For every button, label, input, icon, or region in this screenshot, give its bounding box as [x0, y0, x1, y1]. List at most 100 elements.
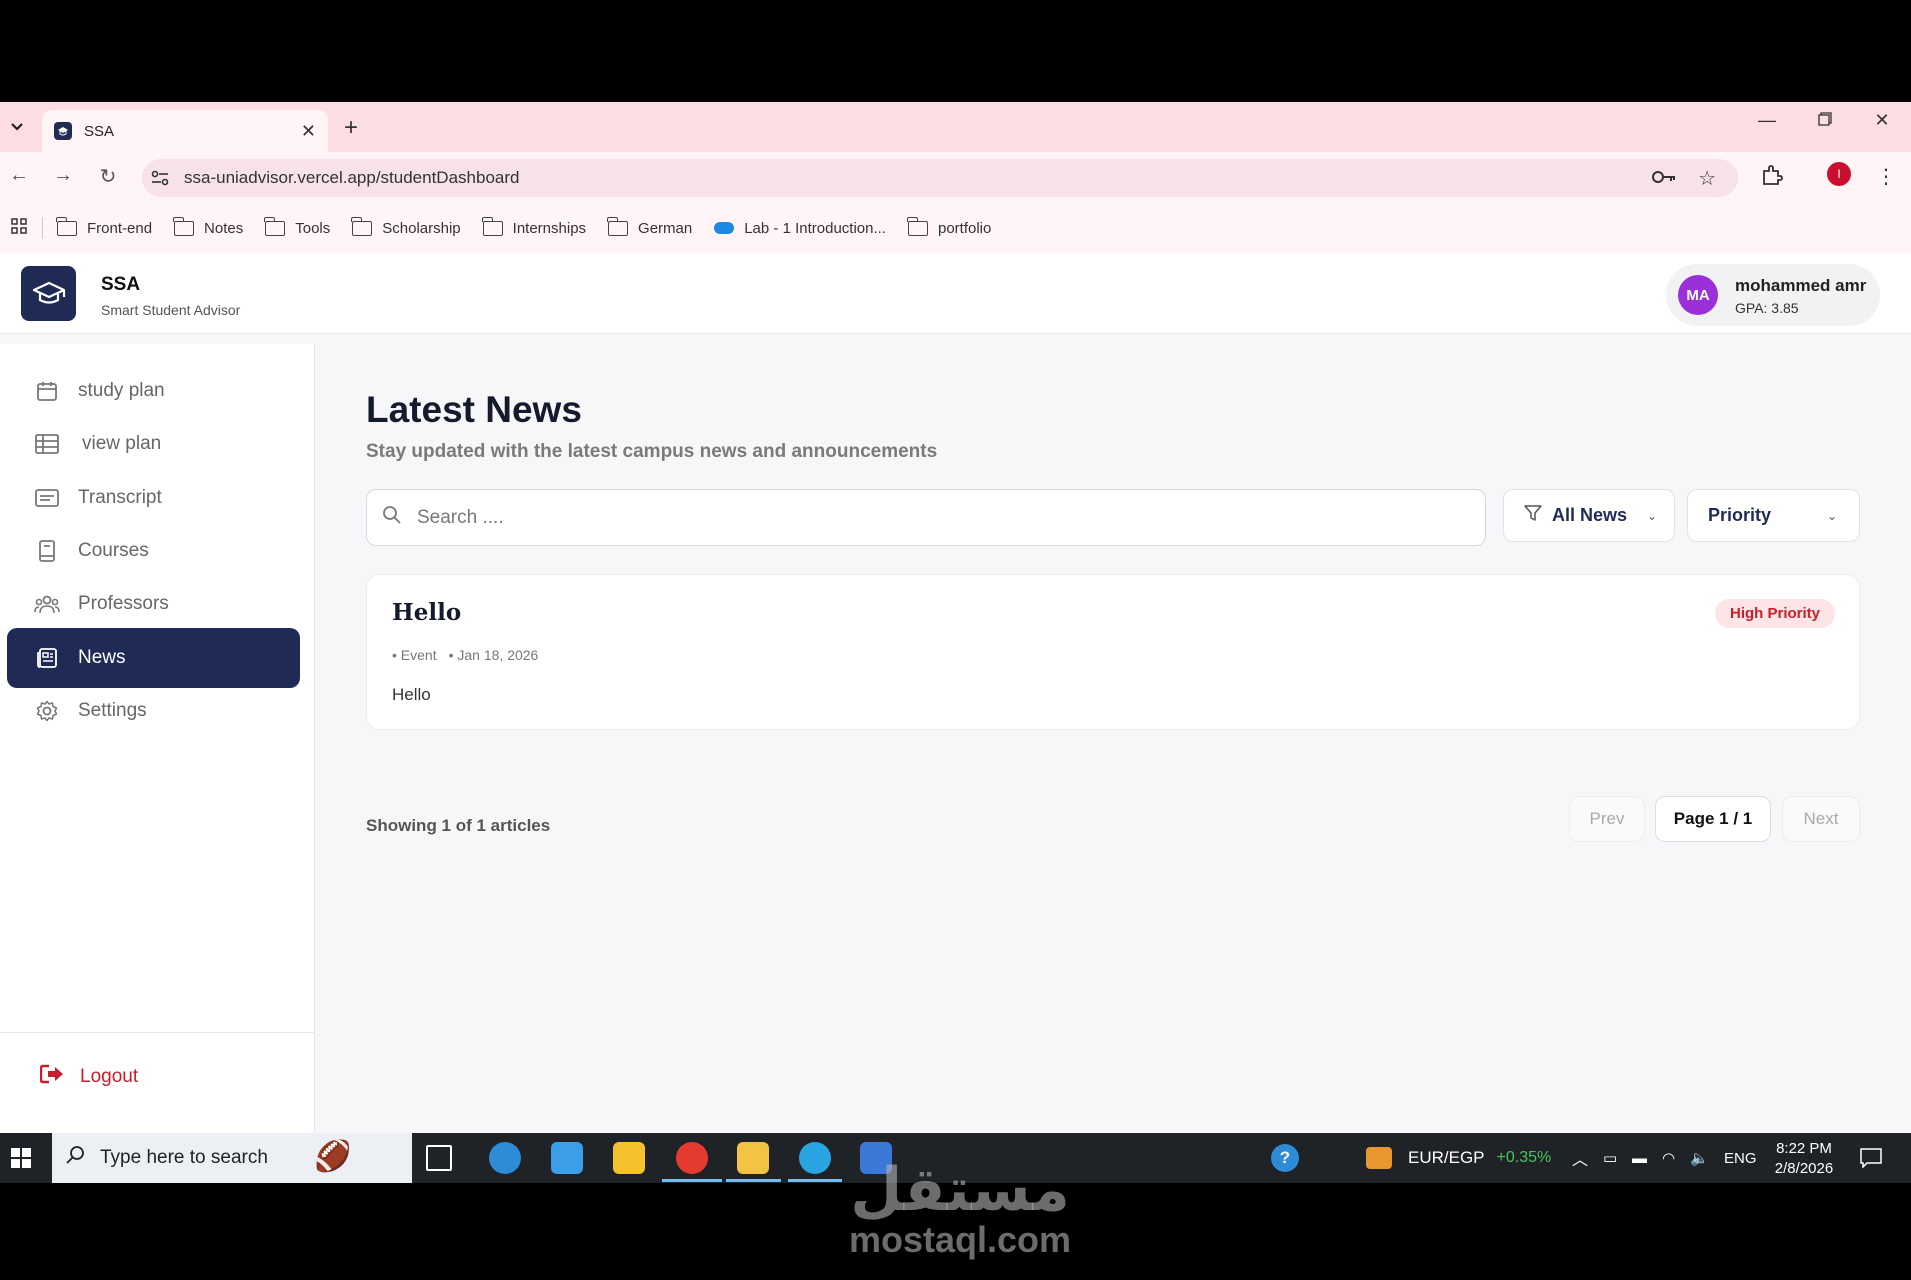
site-info-icon[interactable]	[146, 164, 174, 192]
news-title: Hello	[392, 599, 462, 626]
tab-favicon-icon	[54, 122, 72, 140]
browser-tab[interactable]: SSA ✕	[42, 110, 328, 152]
apps-grid-icon[interactable]	[4, 217, 34, 239]
news-date: • Jan 18, 2026	[448, 647, 539, 663]
reload-icon[interactable]: ↻	[93, 164, 123, 189]
profile-avatar[interactable]: I	[1827, 162, 1851, 186]
sidebar-item-view-plan[interactable]: view plan	[7, 414, 300, 474]
restore-icon[interactable]	[1805, 110, 1845, 131]
graduation-cap-icon[interactable]	[21, 266, 76, 321]
clock[interactable]: 8:22 PM 2/8/2026	[1764, 1139, 1844, 1179]
laptop-app-icon[interactable]	[551, 1142, 583, 1174]
watermark: مستقل mostaql.com	[840, 1160, 1080, 1260]
user-profile-chip[interactable]: MA mohammed amr GPA: 3.85	[1666, 264, 1880, 326]
sidebar-item-professors[interactable]: Professors	[7, 574, 300, 634]
tab-search-chevron-icon[interactable]	[6, 116, 28, 138]
app-header: SSA Smart Student Advisor MA mohammed am…	[0, 254, 1911, 334]
priority-filter-dropdown[interactable]: Priority ⌄	[1687, 489, 1860, 542]
browser-window: SSA ✕ + — ✕ ← → ↻ ssa-uniadvisor.vercel.…	[0, 102, 1911, 1133]
bookmark-folder[interactable]: Front-end	[56, 216, 152, 237]
battery-icon[interactable]: ▬	[1632, 1133, 1647, 1183]
help-icon[interactable]: ?	[1271, 1133, 1299, 1183]
address-bar[interactable]: ssa-uniadvisor.vercel.app/studentDashboa…	[142, 159, 1738, 197]
taskbar-search[interactable]: Type here to search 🏈	[52, 1133, 412, 1183]
sidebar-item-label: Transcript	[78, 487, 162, 508]
active-app-indicator	[662, 1179, 722, 1182]
telegram-icon[interactable]	[799, 1142, 831, 1174]
url-text[interactable]: ssa-uniadvisor.vercel.app/studentDashboa…	[184, 168, 1652, 188]
search-input[interactable]	[417, 506, 1417, 529]
sidebar-item-label: view plan	[82, 433, 162, 454]
users-icon	[34, 593, 60, 615]
sidebar-item-label: study plan	[78, 380, 165, 401]
logout-button[interactable]: Logout	[39, 1064, 138, 1090]
news-body: Hello	[392, 685, 431, 704]
sidebar-item-study-plan[interactable]: study plan	[7, 361, 300, 421]
minimize-icon[interactable]: —	[1747, 110, 1787, 131]
sidebar-item-transcript[interactable]: Transcript	[7, 468, 300, 528]
bookmark-star-icon[interactable]: ☆	[1698, 166, 1716, 191]
sidebar-item-label: News	[78, 647, 126, 668]
meet-icon[interactable]: ▭	[1603, 1133, 1617, 1183]
language-indicator[interactable]: ENG	[1724, 1133, 1757, 1183]
window-close-icon[interactable]: ✕	[1862, 110, 1902, 131]
bookmark-folder[interactable]: Scholarship	[351, 216, 461, 237]
news-category: • Event	[392, 647, 437, 663]
bookmark-folder[interactable]: Tools	[264, 216, 330, 237]
bookmark-folder[interactable]: Internships	[481, 216, 586, 237]
news-card[interactable]: Hello • Event • Jan 18, 2026 Hello High …	[366, 574, 1860, 730]
folder-icon	[173, 216, 195, 236]
currency-widget[interactable]: EUR/EGP +0.35%	[1366, 1133, 1551, 1183]
gear-icon	[34, 700, 60, 722]
football-icon: 🏈	[314, 1140, 352, 1173]
chrome-icon[interactable]	[676, 1142, 708, 1174]
sidebar-item-news[interactable]: News	[7, 628, 300, 688]
main-content: Latest News Stay updated with the latest…	[315, 334, 1911, 1133]
windows-start-icon[interactable]	[0, 1133, 42, 1183]
extensions-icon[interactable]	[1761, 164, 1783, 192]
sidebar-divider	[0, 1032, 315, 1033]
sticky-notes-icon[interactable]	[613, 1142, 645, 1174]
sidebar-item-settings[interactable]: Settings	[7, 681, 300, 741]
bookmark-folder[interactable]: portfolio	[906, 216, 991, 237]
tab-close-icon[interactable]: ✕	[301, 121, 316, 142]
card-icon	[34, 487, 60, 509]
tab-bar: SSA ✕ + — ✕	[0, 102, 1911, 152]
task-view-icon[interactable]	[426, 1145, 452, 1171]
page-title: Latest News	[366, 389, 582, 430]
clock-time: 8:22 PM	[1776, 1140, 1832, 1157]
bookmarks-bar: Front-end Notes Tools Scholarship Intern…	[0, 202, 1911, 254]
browser-menu-icon[interactable]: ⋮	[1876, 164, 1896, 189]
currency-icon	[1366, 1147, 1392, 1169]
bookmark-folder[interactable]: Notes	[173, 216, 243, 237]
new-tab-button[interactable]: +	[344, 114, 358, 142]
category-filter-label: All News	[1552, 505, 1628, 525]
priority-badge: High Priority	[1714, 599, 1835, 628]
next-page-button[interactable]: Next	[1782, 796, 1860, 842]
priority-filter-label: Priority	[1708, 505, 1772, 525]
bookmark-folder[interactable]: German	[607, 216, 692, 237]
file-explorer-icon[interactable]	[737, 1142, 769, 1174]
chevron-down-icon: ⌄	[1827, 508, 1838, 523]
currency-pair: EUR/EGP	[1408, 1148, 1485, 1167]
bookmark-link[interactable]: Lab - 1 Introduction...	[714, 220, 886, 237]
wifi-icon[interactable]: ◠	[1662, 1133, 1675, 1183]
calendar-icon	[34, 380, 60, 402]
brand-name: SSA	[101, 274, 141, 295]
edge-icon[interactable]	[489, 1142, 521, 1174]
search-box[interactable]	[366, 489, 1486, 546]
search-icon	[382, 505, 402, 530]
currency-change: +0.35%	[1496, 1149, 1552, 1166]
back-icon[interactable]: ←	[4, 164, 34, 187]
notifications-icon[interactable]	[1860, 1133, 1882, 1183]
forward-icon[interactable]: →	[48, 164, 78, 187]
prev-page-button[interactable]: Prev	[1569, 796, 1645, 842]
sidebar-item-label: Professors	[78, 593, 169, 614]
sidebar-item-courses[interactable]: Courses	[7, 521, 300, 581]
taskbar-search-text: Type here to search	[100, 1147, 268, 1168]
category-filter-dropdown[interactable]: All News ⌄	[1503, 489, 1675, 542]
volume-icon[interactable]: 🔈	[1690, 1133, 1709, 1183]
password-key-icon[interactable]	[1652, 168, 1676, 189]
page-subtitle: Stay updated with the latest campus news…	[366, 441, 938, 462]
tray-chevron-icon[interactable]: ︿	[1572, 1133, 1588, 1183]
